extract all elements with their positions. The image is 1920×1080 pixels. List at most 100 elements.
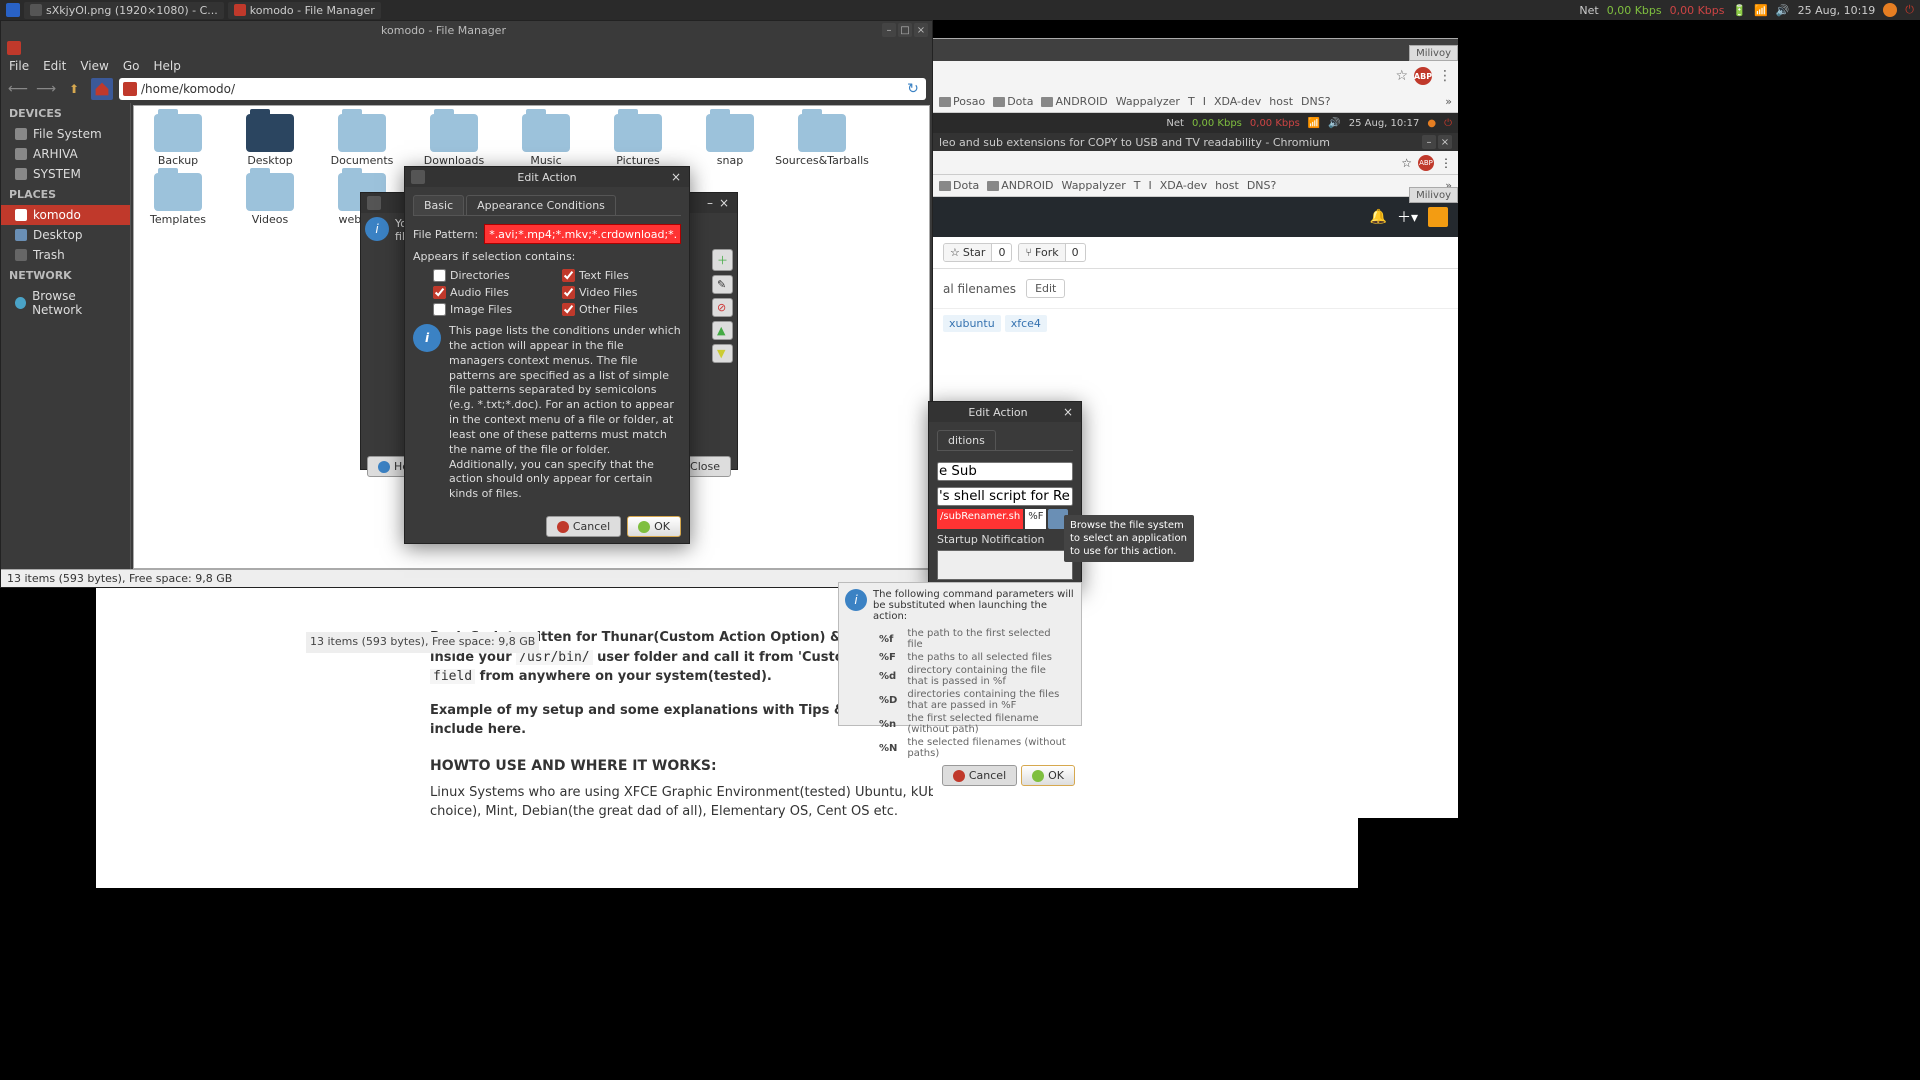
topic-tag[interactable]: xfce4 [1005, 315, 1047, 332]
fork-button[interactable]: ⑂Fork 0 [1018, 243, 1085, 262]
chrome-menu-icon[interactable]: ⋮ [1438, 68, 1452, 84]
folder-item[interactable]: snap [694, 114, 766, 167]
bookmark-item[interactable]: DNS? [1247, 179, 1277, 192]
avatar[interactable] [1428, 207, 1448, 227]
edit-description-button[interactable]: Edit [1026, 279, 1065, 298]
wifi-icon[interactable]: 📶 [1754, 4, 1768, 17]
move-down-button[interactable]: ▼ [712, 344, 733, 363]
volume-icon[interactable]: 🔊 [1328, 118, 1340, 129]
check-other-files[interactable]: Other Files [562, 303, 681, 316]
ok-button[interactable]: OK [627, 516, 681, 537]
tab-conditions-fragment[interactable]: ditions [937, 430, 996, 450]
path-bar[interactable]: /home/komodo/ ↻ [119, 78, 926, 100]
ok-button[interactable]: OK [1021, 765, 1075, 786]
add-menu-icon[interactable]: ＋▾ [1397, 207, 1418, 227]
bookmark-item[interactable]: Wappalyzer [1062, 179, 1126, 192]
minimize-button[interactable]: – [1422, 135, 1436, 149]
up-button[interactable] [63, 78, 85, 100]
minimize-button[interactable]: – [882, 23, 896, 37]
remove-action-button[interactable]: ⊘ [712, 298, 733, 317]
battery-icon[interactable]: 🔋 [1733, 4, 1747, 17]
cancel-button[interactable]: Cancel [942, 765, 1017, 786]
add-action-button[interactable]: ＋ [712, 249, 733, 271]
dialog-titlebar[interactable]: Edit Action × [929, 402, 1081, 422]
wifi-icon[interactable]: 📶 [1308, 118, 1320, 129]
maximize-button[interactable]: □ [898, 23, 912, 37]
home-icon[interactable] [7, 41, 21, 55]
bookmark-item[interactable]: XDA-dev [1160, 179, 1207, 192]
folder-item[interactable]: Videos [234, 173, 306, 247]
taskbar-item-filemanager[interactable]: komodo - File Manager [228, 2, 381, 19]
rss-icon[interactable]: ● [1427, 118, 1436, 129]
bookmarks-overflow-icon[interactable]: » [1445, 95, 1452, 108]
power-icon[interactable]: ⏻ [1905, 3, 1914, 17]
fm-titlebar[interactable]: komodo - File Manager – □ × [1, 21, 932, 39]
home-button[interactable] [91, 78, 113, 100]
rss-icon[interactable] [1883, 3, 1897, 17]
tab-basic[interactable]: Basic [413, 195, 464, 215]
bookmark-item[interactable]: Dota [939, 179, 979, 192]
check-audio-files[interactable]: Audio Files [433, 286, 552, 299]
bookmark-star-icon[interactable]: ☆ [1395, 68, 1408, 84]
folder-item[interactable]: Downloads [418, 114, 490, 167]
forward-button[interactable] [35, 78, 57, 100]
bookmark-item[interactable]: T [1188, 95, 1195, 108]
edit-action-button[interactable]: ✎ [712, 275, 733, 294]
topic-tag[interactable]: xubuntu [943, 315, 1001, 332]
close-button[interactable]: × [914, 23, 928, 37]
check-image-files[interactable]: Image Files [433, 303, 552, 316]
file-pattern-input[interactable] [484, 224, 681, 244]
menu-view[interactable]: View [80, 59, 108, 73]
clock[interactable]: 25 Aug, 10:17 [1349, 118, 1420, 129]
minimize-button[interactable]: – [703, 196, 717, 210]
bookmark-item[interactable]: I [1203, 95, 1206, 108]
folder-item[interactable]: Documents [326, 114, 398, 167]
bookmark-item[interactable]: Posao [939, 95, 985, 108]
menu-file[interactable]: File [9, 59, 29, 73]
close-button[interactable]: × [717, 196, 731, 210]
menu-go[interactable]: Go [123, 59, 140, 73]
close-button[interactable]: × [1438, 135, 1452, 149]
startup-notification-check[interactable]: Startup Notification [937, 533, 1073, 546]
folder-item[interactable]: Pictures [602, 114, 674, 167]
close-button[interactable]: × [669, 170, 683, 184]
sidebar-item-system[interactable]: SYSTEM [1, 164, 130, 184]
action-name-input[interactable] [937, 462, 1073, 481]
check-video-files[interactable]: Video Files [562, 286, 681, 299]
bookmark-item[interactable]: I [1149, 179, 1152, 192]
restore-button[interactable]: Milivoy [1409, 187, 1458, 203]
bookmark-item[interactable]: T [1134, 179, 1141, 192]
bookmark-item[interactable]: host [1215, 179, 1239, 192]
taskbar-item-image[interactable]: sXkjyOl.png (1920×1080) - C... [24, 2, 224, 19]
bookmark-item[interactable]: DNS? [1301, 95, 1331, 108]
chrome-tab-bar[interactable] [933, 39, 1458, 61]
bookmark-star-icon[interactable]: ☆ [1401, 156, 1412, 170]
menu-help[interactable]: Help [153, 59, 180, 73]
notifications-icon[interactable]: 🔔 [1370, 209, 1387, 225]
bookmark-item[interactable]: XDA-dev [1214, 95, 1261, 108]
folder-item[interactable]: Sources&Tarballs [786, 114, 858, 167]
folder-item[interactable]: Backup [142, 114, 214, 167]
sidebar-item-browse-network[interactable]: Browse Network [1, 286, 130, 320]
cancel-button[interactable]: Cancel [546, 516, 621, 537]
power-icon[interactable]: ⏻ [1444, 118, 1452, 129]
refresh-icon[interactable]: ↻ [904, 80, 922, 98]
icon-picker[interactable] [937, 550, 1073, 580]
sidebar-item-trash[interactable]: Trash [1, 245, 130, 265]
star-button[interactable]: ☆Star 0 [943, 243, 1012, 262]
folder-item[interactable]: Music [510, 114, 582, 167]
close-button[interactable]: × [1061, 405, 1075, 419]
chrome-menu-icon[interactable]: ⋮ [1440, 156, 1452, 170]
bookmark-item[interactable]: Dota [993, 95, 1033, 108]
check-directories[interactable]: Directories [433, 269, 552, 282]
xfce-menu-icon[interactable] [6, 3, 20, 17]
sidebar-item-desktop[interactable]: Desktop [1, 225, 130, 245]
menu-edit[interactable]: Edit [43, 59, 66, 73]
folder-item[interactable]: Templates [142, 173, 214, 247]
volume-icon[interactable]: 🔊 [1776, 4, 1790, 17]
action-description-input[interactable] [937, 487, 1073, 506]
folder-item[interactable]: Desktop [234, 114, 306, 167]
tab-appearance[interactable]: Appearance Conditions [466, 195, 616, 215]
restore-button[interactable]: Milivoy [1409, 45, 1458, 61]
bookmark-item[interactable]: ANDROID [987, 179, 1053, 192]
